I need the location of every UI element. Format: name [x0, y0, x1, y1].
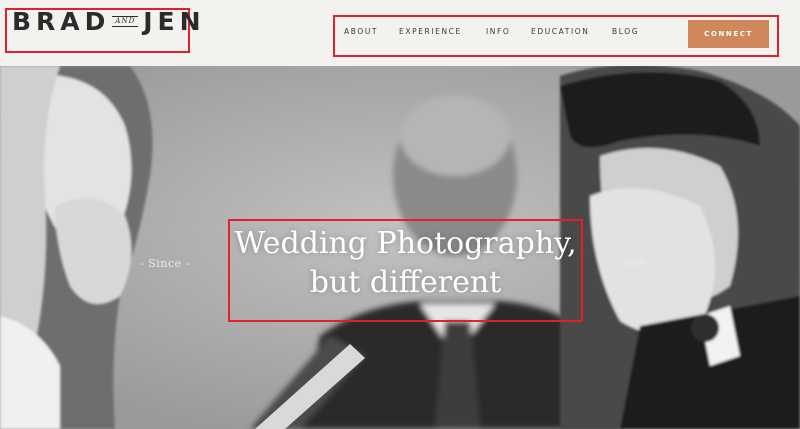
hero-headline: Wedding Photography, but different: [228, 224, 583, 302]
hero-headline-line2: but different: [309, 265, 502, 300]
page: BRAD AND JEN ABOUT EXPERIENCE INFO EDUCA…: [0, 0, 800, 429]
nav-link-info[interactable]: INFO: [486, 27, 510, 37]
since-label: - Since -: [140, 257, 190, 270]
brand-logo[interactable]: BRAD AND JEN: [12, 9, 206, 34]
logo-word-first: BRAD: [12, 7, 111, 36]
site-header: BRAD AND JEN ABOUT EXPERIENCE INFO EDUCA…: [0, 0, 800, 66]
year-label: - 2009 -: [608, 257, 655, 270]
nav-link-about[interactable]: ABOUT: [344, 27, 378, 37]
connect-button[interactable]: CONNECT: [688, 20, 769, 48]
nav-link-blog[interactable]: BLOG: [612, 27, 639, 37]
nav-link-experience[interactable]: EXPERIENCE: [399, 27, 462, 37]
logo-word-second: JEN: [143, 7, 206, 36]
hero-headline-line1: Wedding Photography,: [234, 226, 577, 261]
nav-link-education[interactable]: EDUCATION: [531, 27, 590, 37]
logo-word-and: AND: [112, 16, 139, 27]
